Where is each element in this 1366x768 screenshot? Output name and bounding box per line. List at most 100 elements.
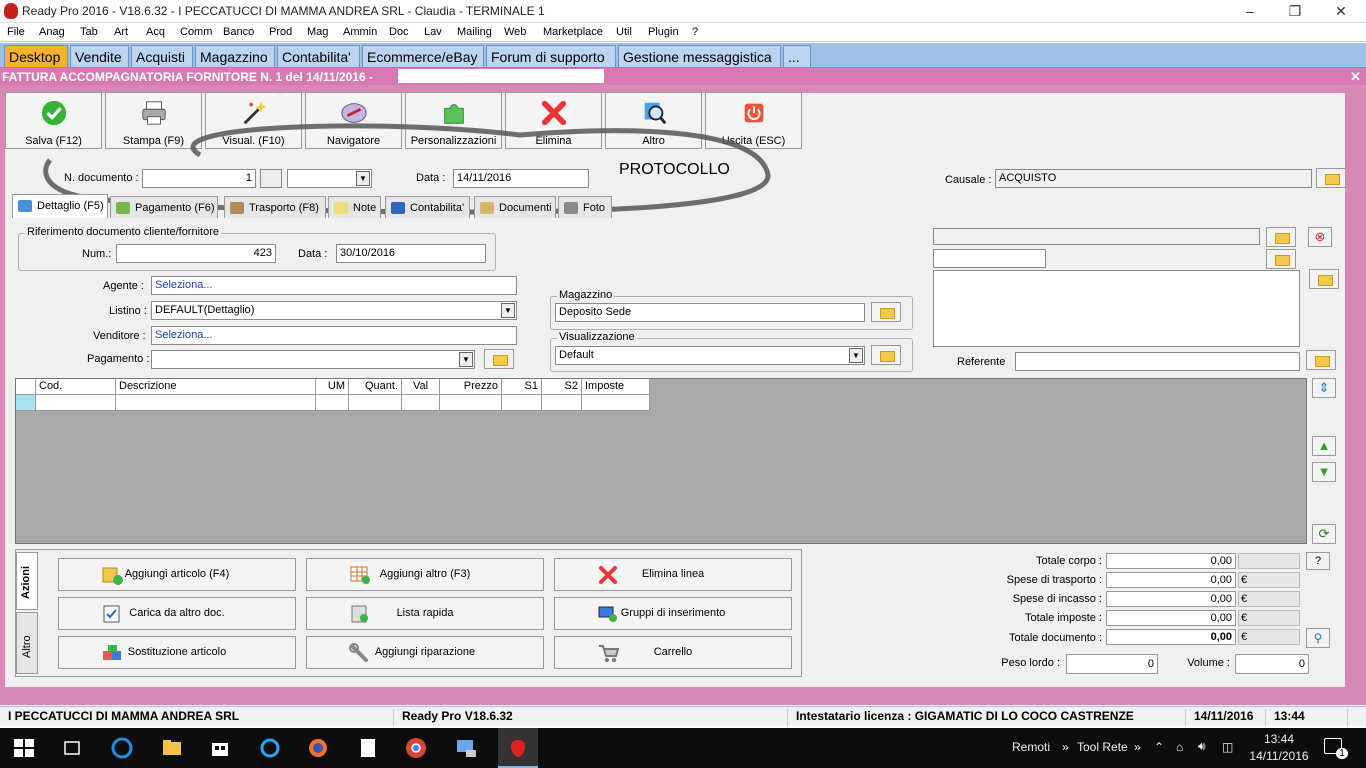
menu-file[interactable]: File (7, 26, 25, 38)
ndoc-field[interactable]: 1 (142, 169, 256, 188)
menu-tab[interactable]: Tab (80, 26, 98, 38)
tray-expand-icon[interactable]: ⌃ (1154, 740, 1164, 754)
replace-article-button[interactable]: Sostituzione articolo (58, 636, 296, 669)
delete-button[interactable]: Elimina (505, 92, 602, 149)
date-field[interactable]: 14/11/2016 (453, 169, 589, 188)
close-document-icon[interactable]: ✕ (1350, 69, 1361, 85)
table-cell[interactable] (402, 395, 440, 411)
supplier-name-field[interactable] (933, 228, 1260, 245)
move-down-icon[interactable]: ▼ (1312, 462, 1336, 482)
warehouse-field[interactable]: Deposito Sede (555, 303, 865, 322)
menu-prod[interactable]: Prod (269, 26, 292, 38)
remove-supplier-icon[interactable]: ⊗ (1308, 227, 1332, 247)
menu-mailing[interactable]: Mailing (457, 26, 492, 38)
side-tab-azioni[interactable]: Azioni (16, 552, 38, 610)
tab-documenti[interactable]: Documenti (474, 196, 556, 218)
customize-button[interactable]: Personalizzazioni (405, 92, 502, 149)
menu-plugin[interactable]: Plugin (648, 26, 679, 38)
tab-note[interactable]: Note (328, 196, 381, 218)
toolrete-toolbar[interactable]: Tool Rete (1077, 740, 1128, 754)
firefox-icon[interactable] (306, 736, 330, 760)
col-prezzo[interactable]: Prezzo (440, 379, 502, 395)
table-cell[interactable] (502, 395, 542, 411)
clock-date[interactable]: 14/11/2016 (1246, 749, 1312, 763)
collection-value[interactable]: 0,00 (1106, 591, 1236, 607)
table-cell[interactable] (582, 395, 650, 411)
tab-desktop[interactable]: Desktop (4, 45, 68, 67)
print-button[interactable]: Stampa (F9) (105, 92, 202, 149)
add-other-button[interactable]: Aggiungi altro (F3) (306, 558, 544, 591)
move-up-icon[interactable]: ▲ (1312, 436, 1336, 456)
ime-icon[interactable]: ◫ (1222, 740, 1233, 754)
restore-icon[interactable]: ❐ (1285, 3, 1305, 20)
file-explorer-icon[interactable] (160, 736, 184, 760)
tab-trasporto[interactable]: Trasporto (F8) (224, 196, 326, 218)
cart-button[interactable]: Carrello (554, 636, 792, 669)
remoti-chevron-icon[interactable]: » (1062, 740, 1069, 754)
view-folder-icon[interactable] (871, 345, 901, 365)
causale-field[interactable]: ACQUISTO (995, 169, 1312, 188)
menu-anag[interactable]: Anag (39, 26, 65, 38)
help-button[interactable]: ? (1306, 552, 1330, 570)
menu-lav[interactable]: Lav (424, 26, 442, 38)
agent-field[interactable]: Seleziona... (151, 276, 517, 295)
col-quant[interactable]: Quant. (349, 379, 402, 395)
tab-dettaglio[interactable]: Dettaglio (F5) (12, 194, 108, 218)
menu-marketplace[interactable]: Marketplace (543, 26, 603, 38)
menu-doc[interactable]: Doc (389, 26, 409, 38)
lines-grid[interactable]: Cod. Descrizione UM Quant. Val Prezzo S1… (15, 378, 1307, 544)
tab-more[interactable]: ... (783, 45, 811, 67)
magnifier-icon[interactable]: ⚲ (1306, 628, 1330, 648)
referente-field[interactable] (1015, 352, 1300, 371)
other-button[interactable]: Altro (605, 92, 702, 149)
gross-weight-field[interactable]: 0 (1066, 654, 1158, 674)
seller-field[interactable]: Seleziona... (151, 326, 517, 345)
menu-help[interactable]: ? (692, 26, 698, 38)
ndoc-suffix-field[interactable] (260, 169, 282, 188)
side-tab-altro[interactable]: Altro (16, 612, 38, 674)
tab-forum[interactable]: Forum di supporto (486, 45, 616, 67)
sort-updown-icon[interactable]: ⇕ (1312, 378, 1336, 398)
insert-groups-button[interactable]: Gruppi di inserimento (554, 597, 792, 630)
referente-folder-icon[interactable] (1306, 350, 1336, 370)
supplier-code-field[interactable] (933, 249, 1046, 268)
minimize-icon[interactable]: – (1240, 3, 1260, 19)
menu-art[interactable]: Art (114, 26, 128, 38)
tab-vendite[interactable]: Vendite (70, 45, 129, 67)
volume-icon[interactable]: 🔊︎ (1198, 739, 1206, 754)
tab-contabilita[interactable]: Contabilita' (277, 45, 360, 67)
col-descrizione[interactable]: Descrizione (116, 379, 316, 395)
menu-banco[interactable]: Banco (223, 26, 254, 38)
quick-list-button[interactable]: Lista rapida (306, 597, 544, 630)
payment-folder-icon[interactable] (484, 349, 514, 369)
tab-ecommerce[interactable]: Ecommerce/eBay (362, 45, 484, 67)
tab-messaggistica[interactable]: Gestione messaggistica (618, 45, 781, 67)
chrome-icon[interactable] (404, 736, 428, 760)
table-cell[interactable] (36, 395, 116, 411)
col-val[interactable]: Val (402, 379, 440, 395)
row-selector[interactable] (16, 395, 36, 411)
refresh-icon[interactable]: ⟳ (1312, 524, 1336, 544)
tab-contabilita-doc[interactable]: Contabilita' (385, 196, 470, 218)
folder-icon[interactable] (1316, 168, 1346, 188)
address-folder-icon[interactable] (1309, 269, 1339, 289)
remoti-toolbar[interactable]: Remoti (1012, 740, 1050, 754)
navigator-button[interactable]: Navigatore (305, 92, 402, 149)
pricelist-select[interactable]: DEFAULT(Dettaglio) ▼ (151, 301, 517, 320)
exit-button[interactable]: Uscita (ESC) (705, 92, 802, 149)
menu-mag[interactable]: Mag (307, 26, 328, 38)
table-cell[interactable] (316, 395, 349, 411)
network-tool-icon[interactable] (454, 736, 478, 760)
menu-web[interactable]: Web (504, 26, 526, 38)
tab-pagamento[interactable]: Pagamento (F6) (110, 196, 218, 218)
col-cod[interactable]: Cod. (36, 379, 116, 395)
shipping-value[interactable]: 0,00 (1106, 572, 1236, 588)
toolrete-chevron-icon[interactable]: » (1134, 740, 1141, 754)
col-s1[interactable]: S1 (502, 379, 542, 395)
tab-magazzino[interactable]: Magazzino (195, 45, 275, 67)
delete-line-button[interactable]: Elimina linea (554, 558, 792, 591)
save-button[interactable]: Salva (F12) (5, 92, 102, 149)
table-cell[interactable] (440, 395, 502, 411)
view-select[interactable]: Default ▼ (555, 346, 865, 365)
close-icon[interactable]: ✕ (1331, 3, 1351, 20)
